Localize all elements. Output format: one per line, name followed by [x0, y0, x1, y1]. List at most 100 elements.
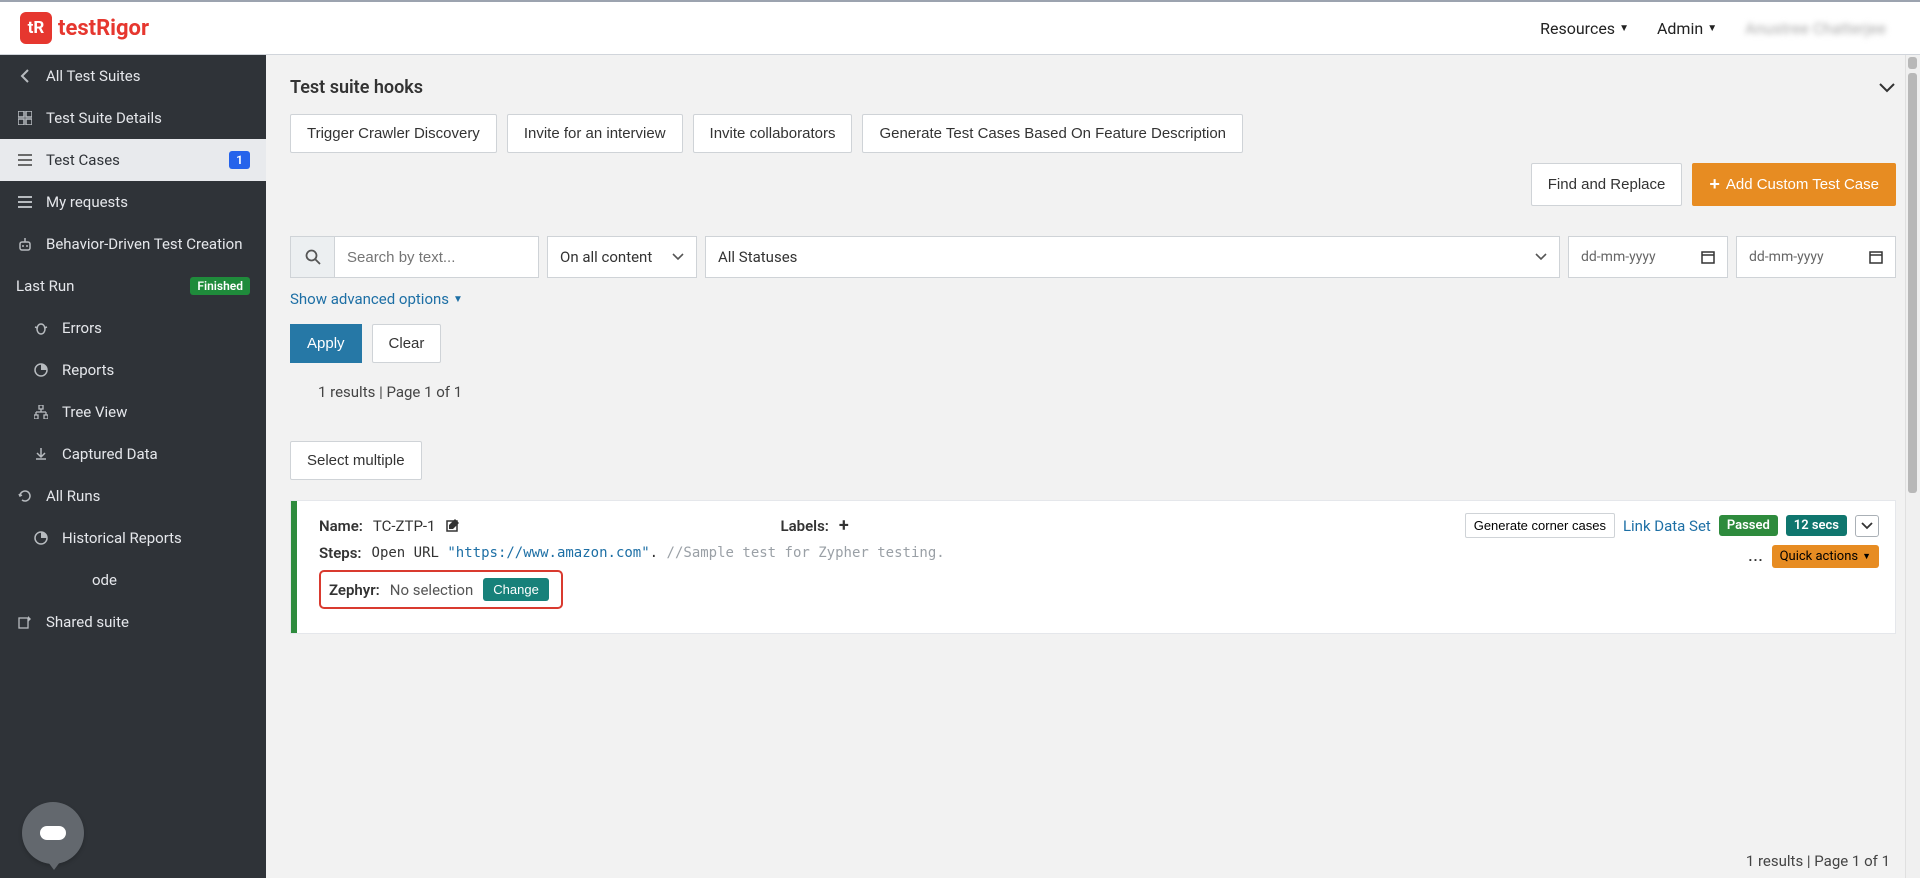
invite-collaborators-button[interactable]: Invite collaborators — [693, 114, 853, 153]
sidebar-item-label: Errors — [62, 319, 102, 337]
sidebar-item-ode[interactable]: ode — [0, 559, 266, 601]
nav-user[interactable]: Anustree Chatterjee — [1731, 19, 1900, 38]
sidebar-item-errors[interactable]: Errors — [0, 307, 266, 349]
calendar-icon — [1701, 250, 1715, 264]
expand-button[interactable] — [1855, 515, 1879, 537]
piechart-icon — [32, 531, 50, 545]
zephyr-label: Zephyr: — [329, 581, 380, 599]
steps-code: Open URL "https://www.amazon.com". //Sam… — [372, 545, 945, 561]
sidebar-item-label: Test Cases — [46, 151, 120, 169]
invite-interview-button[interactable]: Invite for an interview — [507, 114, 683, 153]
status-select[interactable]: All Statuses — [705, 236, 1560, 278]
more-menu[interactable]: ... — [1748, 549, 1763, 565]
sidebar-item-label: My requests — [46, 193, 128, 211]
sidebar-item-testcases[interactable]: Test Cases 1 — [0, 139, 266, 181]
clear-button[interactable]: Clear — [372, 324, 442, 363]
sidebar-back[interactable]: All Test Suites — [0, 55, 266, 97]
sidebar-item-shared[interactable]: Shared suite — [0, 601, 266, 643]
testcase-actions-top: Generate corner cases Link Data Set Pass… — [1465, 513, 1879, 538]
trigger-crawler-button[interactable]: Trigger Crawler Discovery — [290, 114, 497, 153]
testcase-card: Generate corner cases Link Data Set Pass… — [290, 500, 1896, 634]
content-select[interactable]: On all content — [547, 236, 697, 278]
link-dataset-link[interactable]: Link Data Set — [1623, 517, 1711, 535]
sidebar-item-label: Historical Reports — [62, 529, 182, 547]
footer-results: 1 results | Page 1 of 1 — [1746, 852, 1890, 870]
apply-row: Apply Clear — [290, 324, 1896, 363]
edit-icon[interactable] — [446, 518, 461, 533]
hooks-header[interactable]: Test suite hooks — [290, 73, 1896, 114]
sidebar-back-label: All Test Suites — [46, 67, 140, 85]
scrollbar-thumb[interactable] — [1908, 73, 1917, 493]
piechart-icon — [32, 363, 50, 377]
add-custom-testcase-button[interactable]: + Add Custom Test Case — [1692, 163, 1896, 206]
chevron-down-icon[interactable] — [1878, 82, 1896, 94]
passed-badge: Passed — [1719, 515, 1778, 536]
labels-label: Labels: — [781, 517, 829, 535]
plus-icon: + — [1709, 174, 1720, 195]
apply-button[interactable]: Apply — [290, 324, 362, 363]
steps-label: Steps: — [319, 544, 362, 562]
logo[interactable]: tR testRigor — [20, 12, 149, 44]
sidebar-item-historical[interactable]: Historical Reports — [0, 517, 266, 559]
nav-resources[interactable]: Resources ▼ — [1526, 19, 1643, 38]
sidebar-lastrun[interactable]: Last Run Finished — [0, 265, 266, 307]
nav-user-label: Anustree Chatterjee — [1745, 19, 1886, 38]
share-icon — [16, 615, 34, 629]
zephyr-box: Zephyr: No selection Change — [319, 570, 563, 609]
sidebar-item-treeview[interactable]: Tree View — [0, 391, 266, 433]
sidebar-item-label: Tree View — [62, 403, 127, 421]
testcase-steps-row: Steps: Open URL "https://www.amazon.com"… — [319, 544, 1877, 562]
nav-admin-label: Admin — [1657, 19, 1703, 38]
content-select-label: On all content — [560, 248, 652, 266]
steps-url: "https://www.amazon.com" — [447, 545, 649, 561]
select-multiple-button[interactable]: Select multiple — [290, 441, 422, 480]
search-group — [290, 236, 539, 278]
chat-tail-icon — [48, 862, 60, 870]
bug-icon — [32, 321, 50, 335]
date-from-input[interactable]: dd-mm-yyyy — [1568, 236, 1728, 278]
download-icon — [32, 447, 50, 461]
chevron-down-icon — [672, 253, 684, 261]
date-to-input[interactable]: dd-mm-yyyy — [1736, 236, 1896, 278]
date-placeholder: dd-mm-yyyy — [1581, 249, 1656, 265]
generate-testcases-button[interactable]: Generate Test Cases Based On Feature Des… — [862, 114, 1243, 153]
chat-icon — [40, 826, 66, 840]
sidebar-item-reports[interactable]: Reports — [0, 349, 266, 391]
list-icon — [16, 154, 34, 166]
main: Test suite hooks Trigger Crawler Discove… — [266, 55, 1920, 878]
page-scrollbar[interactable] — [1905, 55, 1920, 878]
zephyr-change-button[interactable]: Change — [483, 578, 549, 601]
find-replace-button[interactable]: Find and Replace — [1531, 163, 1683, 206]
sidebar-item-label: Shared suite — [46, 613, 129, 631]
sidebar-item-allruns[interactable]: All Runs — [0, 475, 266, 517]
list-icon — [16, 196, 34, 208]
quick-actions-label: Quick actions — [1780, 549, 1858, 564]
chevron-down-icon — [1535, 253, 1547, 261]
add-label-button[interactable]: + — [839, 515, 849, 536]
sidebar-item-bdt[interactable]: Behavior-Driven Test Creation — [0, 223, 266, 265]
quick-actions-button[interactable]: Quick actions ▼ — [1772, 545, 1879, 568]
hooks-title: Test suite hooks — [290, 77, 423, 98]
select-multiple-row: Select multiple — [290, 441, 1896, 480]
sidebar-item-captured[interactable]: Captured Data — [0, 433, 266, 475]
scroll-up-arrow[interactable] — [1908, 57, 1917, 69]
chat-fab[interactable] — [22, 802, 84, 864]
chevron-left-icon — [16, 69, 34, 83]
filter-row: On all content All Statuses dd-mm-yyyy d… — [290, 236, 1896, 278]
steps-cmd: Open URL — [372, 545, 448, 561]
advanced-options-link[interactable]: Show advanced options ▼ — [290, 290, 463, 308]
search-input[interactable] — [334, 236, 539, 278]
advanced-options-label: Show advanced options — [290, 290, 449, 308]
generate-corner-button[interactable]: Generate corner cases — [1465, 513, 1615, 538]
action-row-2: Find and Replace + Add Custom Test Case — [290, 163, 1896, 206]
sidebar-item-details[interactable]: Test Suite Details — [0, 97, 266, 139]
testcase-zephyr-row: Zephyr: No selection Change — [319, 570, 1877, 609]
sidebar-item-requests[interactable]: My requests — [0, 181, 266, 223]
zephyr-value: No selection — [390, 581, 474, 599]
status-stripe — [291, 501, 297, 633]
logo-text: testRigor — [58, 16, 149, 41]
duration-badge: 12 secs — [1786, 515, 1847, 536]
nav-admin[interactable]: Admin ▼ — [1643, 19, 1731, 38]
robot-icon — [16, 238, 34, 252]
sidebar-item-label: Reports — [62, 361, 114, 379]
